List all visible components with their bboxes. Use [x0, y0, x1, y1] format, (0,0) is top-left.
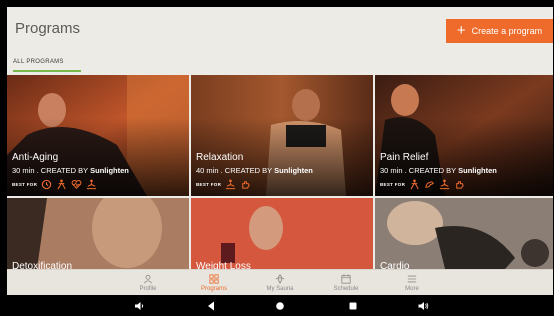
nav-label: Programs — [200, 286, 227, 292]
create-program-label: Create a program — [471, 26, 543, 36]
sauna-icon — [275, 274, 285, 284]
card-info: Detoxification — [12, 261, 72, 269]
program-grid: Anti-Aging 30 min . CREATED BY Sunlighte… — [7, 75, 553, 269]
duration: 40 min — [196, 166, 219, 175]
program-card-weight-loss[interactable]: Weight Loss — [191, 198, 373, 269]
clock-icon — [41, 179, 52, 190]
back-icon[interactable] — [205, 300, 217, 312]
calendar-icon — [341, 274, 351, 284]
program-title: Relaxation — [196, 152, 244, 163]
header: Programs + Create a program — [7, 7, 553, 53]
created-by-label: . CREATED BY — [220, 166, 273, 175]
heart-pulse-icon — [71, 180, 82, 189]
hand-icon — [242, 181, 250, 189]
meditation-icon — [440, 179, 450, 190]
nav-programs[interactable]: Programs — [181, 270, 247, 295]
program-meta: 30 min . CREATED BY Sunlighten — [380, 166, 497, 175]
stretch-icon — [410, 179, 419, 190]
user-icon — [143, 274, 153, 284]
duration: 30 min — [380, 166, 403, 175]
program-card-anti-aging[interactable]: Anti-Aging 30 min . CREATED BY Sunlighte… — [7, 75, 189, 196]
created-by-label: . CREATED BY — [36, 166, 89, 175]
app-screen: Programs + Create a program ALL PROGRAMS — [7, 7, 553, 295]
volume-down-icon[interactable] — [133, 300, 145, 312]
active-tab-indicator — [13, 70, 81, 72]
program-title: Detoxification — [12, 261, 73, 269]
program-meta: 30 min . CREATED BY Sunlighten — [12, 166, 129, 175]
volume-up-icon[interactable] — [417, 300, 429, 312]
nav-label: My Sauna — [266, 286, 294, 292]
program-card-relaxation[interactable]: Relaxation 40 min . CREATED BY Sunlighte… — [191, 75, 373, 196]
meditation-icon — [87, 179, 97, 190]
create-program-button[interactable]: + Create a program — [446, 19, 553, 43]
card-info: Weight Loss — [196, 261, 251, 269]
nav-schedule[interactable]: Schedule — [313, 270, 379, 295]
creator-name: Sunlighten — [274, 166, 313, 175]
program-card-detoxification[interactable]: Detoxification — [7, 198, 189, 269]
card-info: Anti-Aging 30 min . CREATED BY Sunlighte… — [12, 152, 129, 190]
program-title: Cardio — [380, 261, 410, 269]
card-image — [375, 198, 553, 269]
program-card-cardio[interactable]: Cardio — [375, 198, 553, 269]
program-title: Anti-Aging — [12, 152, 59, 163]
card-info: Cardio — [380, 261, 409, 269]
nav-label: More — [405, 286, 419, 292]
creator-name: Sunlighten — [90, 166, 129, 175]
card-info: Pain Relief 30 min . CREATED BY Sunlight… — [380, 152, 497, 190]
program-title: Pain Relief — [380, 152, 429, 163]
recents-icon[interactable] — [347, 300, 359, 312]
grid-icon — [209, 274, 219, 284]
page-title: Programs — [15, 20, 81, 37]
nav-profile[interactable]: Profile — [115, 270, 181, 295]
tab-bar: ALL PROGRAMS — [7, 53, 553, 75]
program-card-pain-relief[interactable]: Pain Relief 30 min . CREATED BY Sunlight… — [375, 75, 553, 196]
meditation-icon — [226, 179, 236, 190]
hand-icon — [456, 181, 464, 189]
muscle-icon — [425, 181, 434, 188]
best-for-label: BEST FOR — [196, 182, 222, 187]
best-for-label: BEST FOR — [380, 182, 406, 187]
best-for-row: BEST FOR — [12, 179, 129, 190]
nav-label: Schedule — [333, 286, 359, 292]
program-title: Weight Loss — [196, 261, 251, 269]
nav-more[interactable]: More — [379, 270, 445, 295]
home-icon[interactable] — [274, 300, 286, 312]
card-image — [7, 198, 189, 269]
nav-label: Profile — [139, 286, 157, 292]
stretch-icon — [57, 179, 66, 190]
program-meta: 40 min . CREATED BY Sunlighten — [196, 166, 313, 175]
tab-all-programs[interactable]: ALL PROGRAMS — [13, 59, 64, 65]
best-for-label: BEST FOR — [12, 182, 38, 187]
card-info: Relaxation 40 min . CREATED BY Sunlighte… — [196, 152, 313, 190]
bottom-nav: Profile Programs My Sauna Schedule More — [7, 269, 553, 295]
android-nav-bar — [0, 296, 554, 316]
best-for-row: BEST FOR — [380, 179, 497, 190]
card-image — [191, 198, 373, 269]
duration: 30 min — [12, 166, 35, 175]
creator-name: Sunlighten — [458, 166, 497, 175]
created-by-label: . CREATED BY — [404, 166, 457, 175]
menu-icon — [407, 275, 417, 283]
plus-icon: + — [456, 22, 466, 39]
best-for-row: BEST FOR — [196, 179, 313, 190]
nav-my-sauna[interactable]: My Sauna — [247, 270, 313, 295]
